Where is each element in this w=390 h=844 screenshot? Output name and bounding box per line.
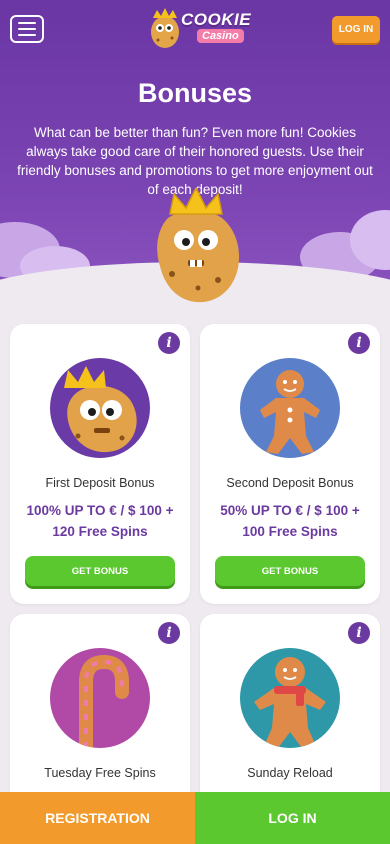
menu-line-icon	[18, 22, 36, 24]
login-button[interactable]: LOG IN	[195, 792, 390, 844]
info-icon[interactable]: i	[348, 622, 370, 644]
bonus-name: First Deposit Bonus	[45, 476, 155, 490]
bonus-card-first-deposit: i First Deposit Bonus 100% UP TO € / $ 1…	[10, 324, 190, 604]
bonus-name: Tuesday Free Spins	[44, 766, 156, 780]
logo-subtext: Casino	[197, 29, 244, 43]
bonus-offer: 50% UP TO € / $ 100 + 100 Free Spins	[220, 503, 360, 539]
registration-button[interactable]: REGISTRATION	[0, 792, 195, 844]
menu-line-icon	[18, 28, 36, 30]
menu-line-icon	[18, 34, 36, 36]
bonus-name: Sunday Reload	[247, 766, 333, 780]
bonus-art	[240, 648, 340, 748]
get-bonus-button[interactable]: GET BONUS	[215, 556, 365, 586]
hamburger-menu-button[interactable]	[10, 15, 44, 43]
cookie-king-icon	[64, 366, 137, 453]
bonus-offer: 100% UP TO € / $ 100 + 120 Free Spins	[26, 503, 174, 539]
logo-text: COOKIE	[181, 10, 252, 29]
info-icon[interactable]: i	[158, 332, 180, 354]
get-bonus-button[interactable]: GET BONUS	[25, 556, 175, 586]
page-title: Bonuses	[137, 78, 253, 108]
top-bar: COOKIE Casino LOG IN	[0, 0, 390, 60]
logo[interactable]: COOKIE Casino	[145, 6, 251, 52]
cookie-mascot-icon	[157, 188, 240, 303]
bonus-card-second-deposit: i Second Deposit Bonus 50% UP TO € / $ 1…	[200, 324, 380, 604]
gingerbread-scarf-icon	[254, 657, 326, 748]
header-login-button[interactable]: LOG IN	[332, 16, 380, 43]
bonus-art	[50, 358, 150, 458]
info-icon[interactable]: i	[348, 332, 370, 354]
bonus-name: Second Deposit Bonus	[226, 476, 354, 490]
bottom-action-bar: REGISTRATION LOG IN	[0, 792, 390, 844]
info-icon[interactable]: i	[158, 622, 180, 644]
bonus-art	[50, 648, 150, 748]
gingerbread-man-icon	[260, 370, 320, 454]
bonus-art	[240, 358, 340, 458]
logo-cookie-icon	[151, 8, 179, 48]
candy-cane-icon	[79, 654, 129, 748]
